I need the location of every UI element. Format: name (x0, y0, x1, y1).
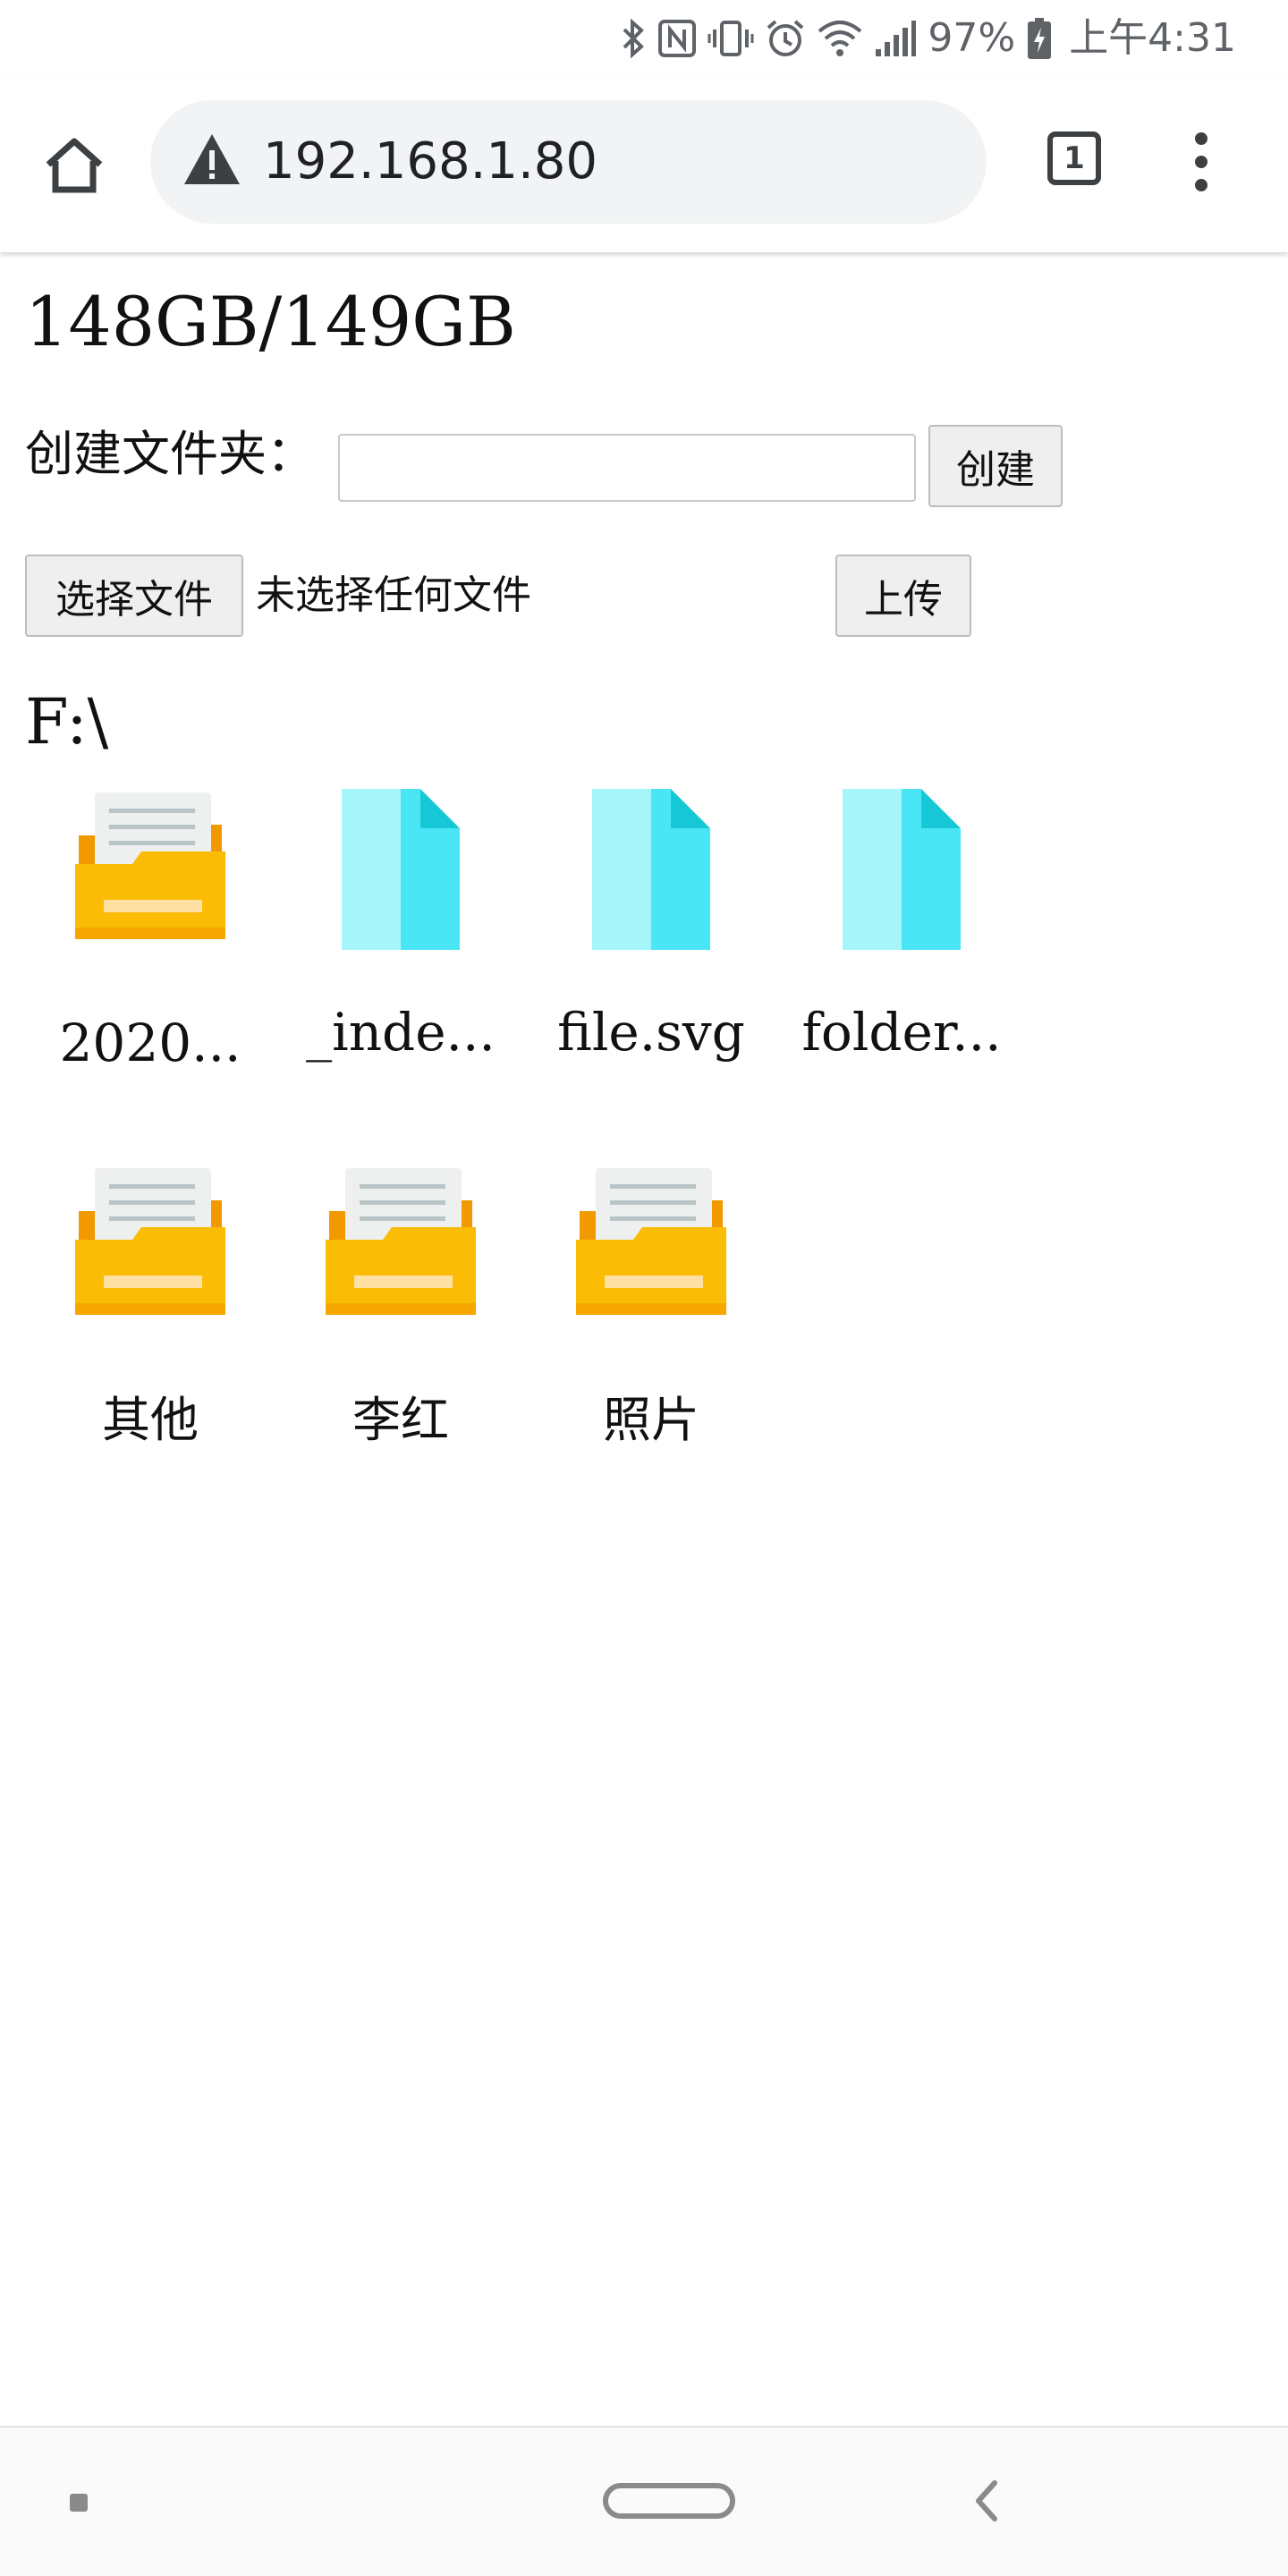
create-folder-label: 创建文件夹： (25, 426, 315, 482)
web-page: 148GB/149GB 创建文件夹： 创建 选择文件 未选择任何文件 上传 F:… (0, 252, 1288, 2426)
folder-item[interactable]: 2020... (25, 789, 275, 1165)
folder-item[interactable]: 照片 (526, 1165, 776, 1540)
no-file-selected-text: 未选择任何文件 (256, 572, 531, 618)
choose-file-button[interactable]: 选择文件 (25, 555, 243, 637)
signal-icon (876, 21, 917, 56)
file-icon (526, 789, 776, 968)
url-text[interactable]: 192.168.1.80 (263, 100, 597, 224)
folder-icon (25, 1165, 275, 1343)
warning-icon[interactable] (182, 132, 242, 188)
item-name[interactable]: 2020... (16, 1007, 284, 1079)
file-item[interactable]: _inde... (275, 789, 526, 1165)
folder-icon (275, 1165, 526, 1343)
create-folder-button[interactable]: 创建 (928, 425, 1063, 507)
navigation-bar (0, 2426, 1288, 2576)
browser-toolbar: 192.168.1.80 1 (0, 77, 1288, 252)
battery-charging-icon (1028, 18, 1052, 59)
folder-icon (25, 789, 275, 968)
upload-button[interactable]: 上传 (835, 555, 971, 637)
bluetooth-icon (623, 19, 645, 58)
clock: 上午4:31 (1069, 15, 1236, 61)
storage-usage: 148GB/149GB (25, 282, 516, 361)
alarm-icon (767, 20, 804, 56)
address-bar[interactable]: 192.168.1.80 (150, 100, 987, 224)
tab-switcher-button[interactable]: 1 (1043, 127, 1106, 190)
status-bar: 97% 上午4:31 (0, 0, 1288, 77)
more-vert-icon[interactable] (1172, 122, 1231, 202)
nfc-icon (658, 20, 697, 57)
battery-percent: 97% (928, 15, 1016, 61)
recent-apps-icon[interactable] (70, 2494, 88, 2512)
item-name[interactable]: 照片 (517, 1385, 785, 1456)
item-name[interactable]: 其他 (16, 1385, 284, 1456)
file-item[interactable]: folder... (776, 789, 1027, 1165)
folder-icon (526, 1165, 776, 1343)
menu-dot (1195, 132, 1208, 145)
file-item[interactable]: file.svg (526, 789, 776, 1165)
item-name[interactable]: file.svg (517, 996, 785, 1068)
folder-name-input[interactable] (338, 434, 916, 502)
file-icon (776, 789, 1027, 968)
file-icon (275, 789, 526, 968)
home-icon (46, 138, 103, 193)
menu-dot (1195, 179, 1208, 191)
folder-item[interactable]: 李红 (275, 1165, 526, 1540)
menu-dot (1195, 156, 1208, 168)
item-name[interactable]: 李红 (267, 1385, 535, 1456)
folder-item[interactable]: 其他 (25, 1165, 275, 1540)
item-name[interactable]: folder... (767, 996, 1036, 1068)
vibrate-icon (708, 21, 754, 56)
current-path: F:\ (25, 685, 109, 758)
home-button[interactable] (36, 127, 113, 204)
item-name[interactable]: _inde... (267, 996, 535, 1068)
home-pill-icon[interactable] (603, 2483, 735, 2519)
tab-switcher-icon: 1 (1047, 131, 1101, 185)
back-icon[interactable] (973, 2479, 1000, 2522)
wifi-icon (818, 21, 862, 56)
status-icons: 97% 上午4:31 (620, 11, 1236, 66)
tab-count: 1 (1063, 140, 1085, 176)
